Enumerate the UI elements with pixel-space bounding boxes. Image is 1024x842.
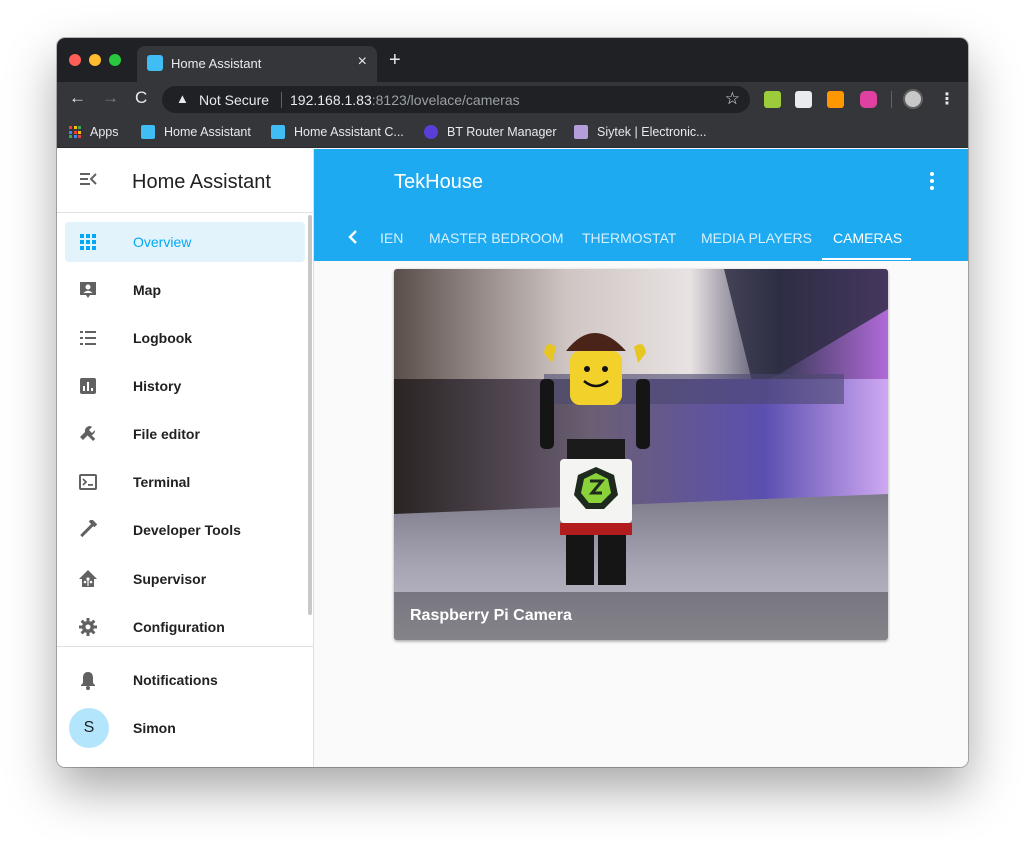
home-assistant-app: Home Assistant Overview Map Logbook Hist… xyxy=(57,149,968,767)
logbook-icon xyxy=(80,331,96,345)
instagram-extension-icon[interactable] xyxy=(860,91,877,108)
extension-icon[interactable] xyxy=(764,91,781,108)
hammer-icon xyxy=(80,520,98,538)
sidebar-item-label: Notifications xyxy=(133,672,218,688)
sidebar: Home Assistant Overview Map Logbook Hist… xyxy=(57,149,314,767)
sidebar-item-configuration[interactable]: Configuration xyxy=(65,607,305,647)
minimize-window-button[interactable] xyxy=(89,54,101,66)
reload-icon[interactable]: C xyxy=(135,88,147,108)
bookmark-bt-router[interactable]: BT Router Manager xyxy=(424,124,557,140)
rss-extension-icon[interactable] xyxy=(827,91,844,108)
bookmark-home-assistant-c[interactable]: Home Assistant C... xyxy=(271,124,404,140)
sidebar-item-terminal[interactable]: Terminal xyxy=(65,462,305,502)
bt-favicon-icon xyxy=(424,125,438,139)
browser-toolbar: ← → C ▲ Not Secure 192.168.1.83:8123/lov… xyxy=(57,82,968,116)
active-tab-indicator xyxy=(822,258,911,260)
view-dashboard-icon xyxy=(80,234,96,250)
sidebar-title: Home Assistant xyxy=(132,171,271,193)
console-icon xyxy=(79,474,97,490)
chevron-left-icon[interactable] xyxy=(346,227,360,247)
sidebar-item-label: Overview xyxy=(133,234,192,250)
omnibox-divider xyxy=(281,92,282,108)
avatar: S xyxy=(69,708,109,748)
bookmark-siytek[interactable]: Siytek | Electronic... xyxy=(574,124,707,140)
apps-grid-icon xyxy=(69,126,81,138)
bookmarks-bar: Apps Home Assistant Home Assistant C... … xyxy=(57,116,968,148)
page-title: TekHouse xyxy=(394,171,483,193)
tab-thermostat[interactable]: THERMOSTAT xyxy=(582,230,676,246)
tab-title: Home Assistant xyxy=(171,56,262,71)
bookmark-star-icon[interactable]: ☆ xyxy=(725,89,740,109)
close-tab-icon[interactable]: × xyxy=(358,53,367,71)
security-label: Not Secure xyxy=(199,92,270,108)
home-assistant-favicon-icon xyxy=(271,125,285,139)
home-assistant-icon xyxy=(79,570,97,587)
browser-tab-home-assistant[interactable]: Home Assistant × xyxy=(137,46,377,82)
sidebar-item-label: Developer Tools xyxy=(133,522,241,538)
app-toolbar: TekHouse IEN MASTER BEDROOM THERMOSTAT M… xyxy=(314,149,968,261)
chart-bar-icon xyxy=(80,378,96,394)
more-vertical-icon[interactable] xyxy=(922,169,942,193)
tab-media-players[interactable]: MEDIA PLAYERS xyxy=(701,230,812,246)
profile-avatar-icon[interactable] xyxy=(903,89,923,109)
forward-icon[interactable]: → xyxy=(102,88,119,108)
tab-cameras[interactable]: CAMERAS xyxy=(833,230,902,246)
sidebar-item-history[interactable]: History xyxy=(65,366,305,406)
sidebar-item-label: Terminal xyxy=(133,474,191,490)
sidebar-item-label: File editor xyxy=(133,426,200,442)
url-path: :8123/lovelace/cameras xyxy=(371,92,520,108)
tab-master-bedroom[interactable]: MASTER BEDROOM xyxy=(429,230,564,246)
sidebar-item-developer-tools[interactable]: Developer Tools xyxy=(65,510,305,550)
cog-icon xyxy=(79,618,97,636)
picture-entity-card[interactable]: Raspberry Pi Camera xyxy=(394,269,888,640)
sidebar-item-supervisor[interactable]: Supervisor xyxy=(65,559,305,599)
chrome-menu-icon[interactable]: ⋮ xyxy=(939,89,955,109)
tab-kitchen[interactable]: IEN xyxy=(380,230,403,246)
bookmark-apps[interactable]: Apps xyxy=(69,124,119,140)
url-host: 192.168.1.83 xyxy=(290,92,372,108)
close-window-button[interactable] xyxy=(69,54,81,66)
sidebar-item-notifications[interactable]: Notifications xyxy=(65,660,305,700)
url-text: 192.168.1.83:8123/lovelace/cameras xyxy=(290,92,520,108)
menu-collapse-icon[interactable] xyxy=(78,169,98,189)
sidebar-scrollbar[interactable] xyxy=(308,215,312,615)
wrench-icon xyxy=(80,425,96,441)
toolbar-divider xyxy=(891,91,892,108)
sidebar-header: Home Assistant xyxy=(57,149,313,213)
sidebar-item-file-editor[interactable]: File editor xyxy=(65,414,305,454)
bookmark-label: Home Assistant xyxy=(164,125,251,139)
sidebar-item-map[interactable]: Map xyxy=(65,270,305,310)
warning-icon: ▲ xyxy=(176,91,189,106)
home-assistant-favicon-icon xyxy=(141,125,155,139)
sidebar-item-label: Configuration xyxy=(133,619,225,635)
sidebar-item-label: Supervisor xyxy=(133,571,207,587)
bookmark-label: Home Assistant C... xyxy=(294,125,404,139)
sidebar-item-label: Logbook xyxy=(133,330,193,346)
back-icon[interactable]: ← xyxy=(69,88,86,108)
sidebar-divider xyxy=(57,646,313,647)
tab-strip: Home Assistant × + xyxy=(57,38,968,82)
bookmark-label: BT Router Manager xyxy=(447,125,557,139)
sidebar-item-label: Simon xyxy=(133,720,176,736)
sidebar-item-label: Map xyxy=(133,282,161,298)
bookmark-label: Apps xyxy=(90,125,119,139)
browser-window: Home Assistant × + ← → C ▲ Not Secure 19… xyxy=(57,38,968,767)
sidebar-item-user[interactable]: S Simon xyxy=(65,708,305,748)
sidebar-item-overview[interactable]: Overview xyxy=(65,222,305,262)
camera-name: Raspberry Pi Camera xyxy=(394,592,888,640)
sidebar-item-label: History xyxy=(133,378,182,394)
view-tabs: IEN MASTER BEDROOM THERMOSTAT MEDIA PLAY… xyxy=(314,213,968,261)
zoom-window-button[interactable] xyxy=(109,54,121,66)
siytek-favicon-icon xyxy=(574,125,588,139)
home-assistant-favicon-icon xyxy=(147,55,163,71)
sidebar-item-logbook[interactable]: Logbook xyxy=(65,318,305,358)
address-bar[interactable]: ▲ Not Secure 192.168.1.83:8123/lovelace/… xyxy=(162,86,750,113)
map-marker-icon xyxy=(80,282,96,298)
bookmark-label: Siytek | Electronic... xyxy=(597,125,707,139)
new-tab-button[interactable]: + xyxy=(389,50,401,70)
camera-image xyxy=(394,269,888,640)
bookmark-home-assistant[interactable]: Home Assistant xyxy=(141,124,251,140)
camera-extension-icon[interactable] xyxy=(795,91,812,108)
bell-icon xyxy=(81,672,95,690)
